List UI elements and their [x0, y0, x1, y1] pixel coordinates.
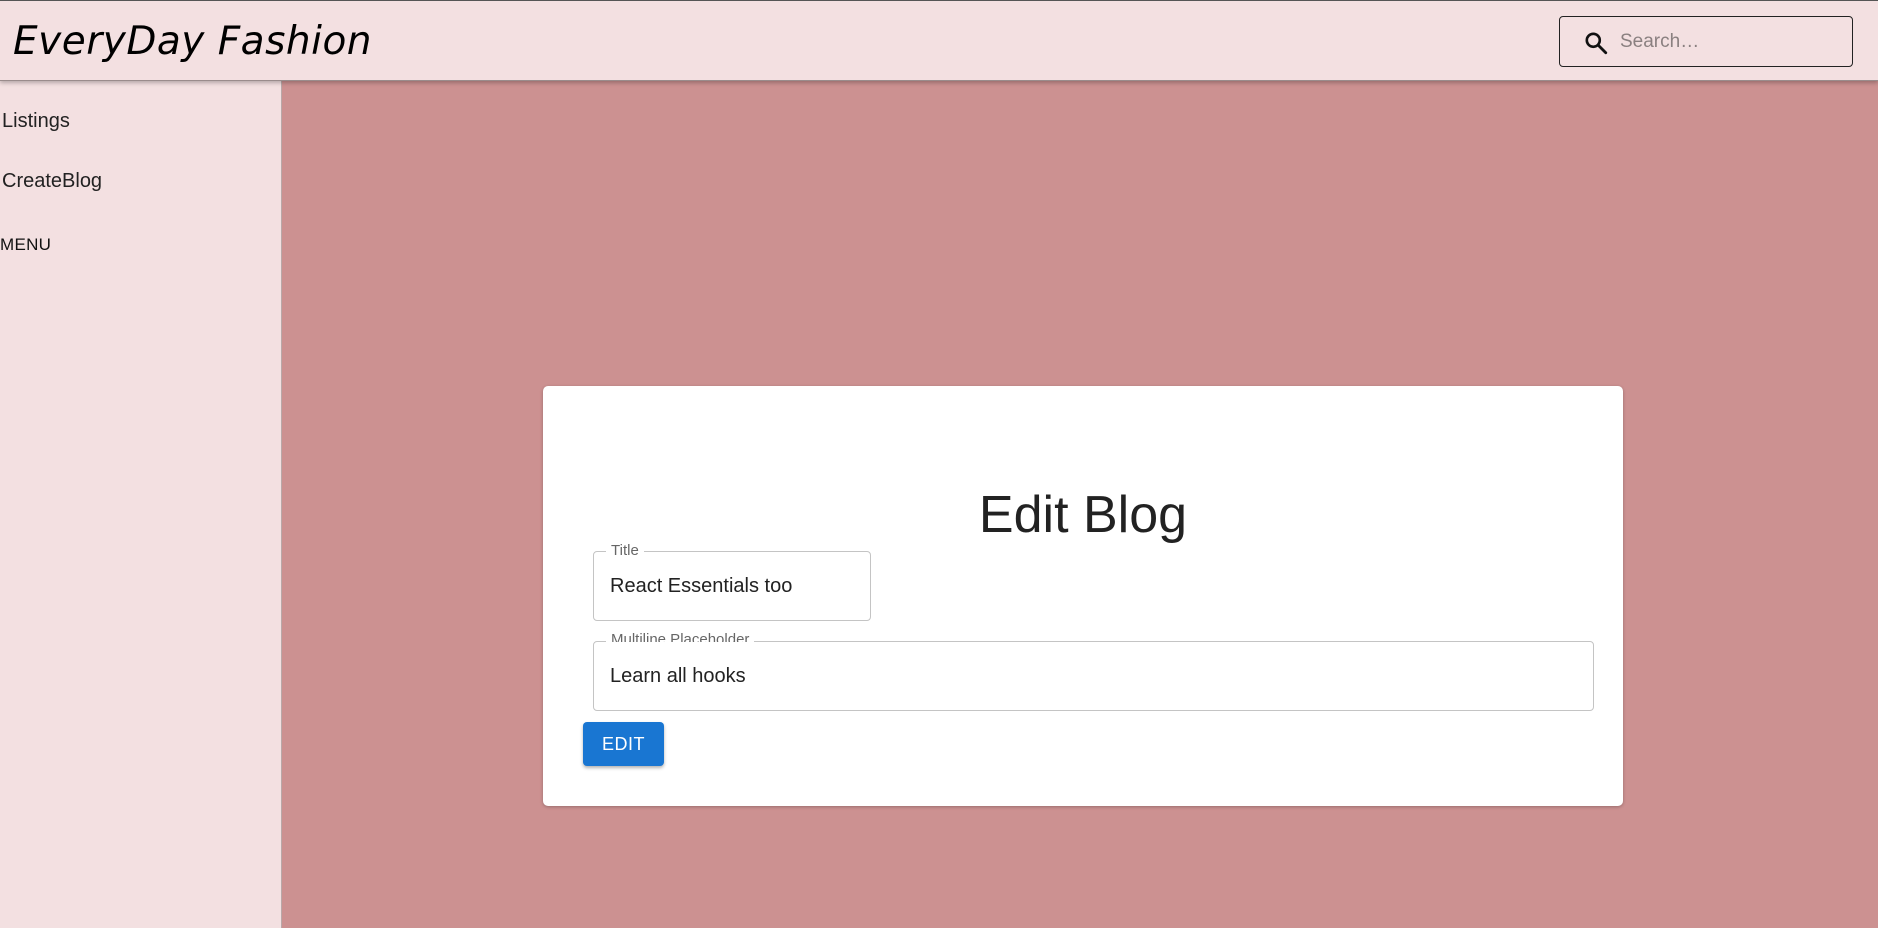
brand-logo[interactable]: EveryDay Fashion [13, 15, 372, 69]
search-box[interactable] [1559, 16, 1853, 67]
app-bar: EveryDay Fashion [0, 0, 1878, 81]
search-icon [1585, 32, 1608, 55]
sidebar-item-listings[interactable]: Listings [2, 110, 70, 133]
title-field-label: Title [606, 543, 644, 559]
search-input[interactable] [1618, 27, 1838, 57]
sidebar-menu-label[interactable]: MENU [0, 235, 51, 255]
title-field-value[interactable]: React Essentials too [610, 574, 792, 598]
title-field[interactable]: Title React Essentials too [593, 543, 871, 621]
sidebar-item-createblog[interactable]: CreateBlog [2, 170, 102, 193]
page-title: Edit Blog [978, 485, 1188, 544]
edit-blog-card: Edit Blog Title React Essentials too Mul… [543, 386, 1623, 806]
body-field-label: Multiline Placeholder [606, 632, 755, 642]
body-field[interactable]: Multiline Placeholder Learn all hooks [593, 632, 1594, 711]
body-field-value[interactable]: Learn all hooks [610, 664, 746, 688]
sidebar: Listings CreateBlog MENU [0, 81, 282, 928]
edit-button[interactable]: EDIT [583, 722, 664, 766]
